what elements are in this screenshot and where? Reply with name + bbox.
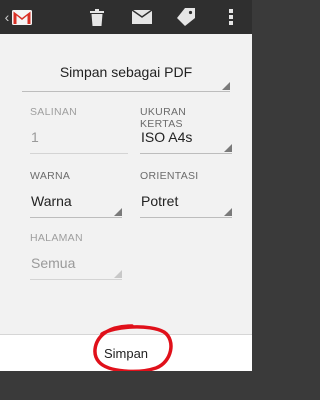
pages-label: HALAMAN <box>30 232 83 244</box>
dropdown-indicator-icon <box>114 208 122 216</box>
color-field: WARNA Warna <box>30 170 122 218</box>
more-icon[interactable] <box>225 6 237 28</box>
trash-icon[interactable] <box>87 6 107 28</box>
destination-dropdown[interactable]: Simpan sebagai PDF <box>22 60 230 92</box>
print-options-panel: Simpan sebagai PDF SALINAN 1 UKURAN KERT… <box>0 34 252 334</box>
save-button[interactable]: Simpan <box>76 337 176 369</box>
paper-size-dropdown[interactable]: ISO A4s <box>140 126 232 154</box>
orientation-value: Potret <box>141 193 179 209</box>
orientation-field: ORIENTASI Potret <box>140 170 232 218</box>
paper-size-value: ISO A4s <box>141 129 193 145</box>
app-toolbar: ‹ <box>0 0 252 34</box>
copies-label: SALINAN <box>30 106 78 118</box>
save-bar: Simpan <box>0 335 252 371</box>
destination-value: Simpan sebagai PDF <box>59 64 193 80</box>
pages-dropdown: Semua <box>30 252 122 280</box>
copies-input: 1 <box>30 126 128 154</box>
dropdown-indicator-icon <box>224 144 232 152</box>
color-value: Warna <box>31 193 72 209</box>
system-nav-area <box>0 371 252 400</box>
orientation-dropdown[interactable]: Potret <box>140 190 232 218</box>
tag-icon[interactable] <box>175 6 197 28</box>
orientation-label: ORIENTASI <box>140 170 199 182</box>
dropdown-indicator-icon <box>222 82 230 90</box>
color-label: WARNA <box>30 170 71 182</box>
pages-field: HALAMAN Semua <box>30 232 122 280</box>
pages-value: Semua <box>31 255 76 271</box>
color-dropdown[interactable]: Warna <box>30 190 122 218</box>
mail-icon[interactable] <box>130 6 154 28</box>
copies-field: SALINAN 1 <box>30 106 128 154</box>
dropdown-indicator-icon <box>114 270 122 278</box>
dropdown-indicator-icon <box>224 208 232 216</box>
paper-size-field: UKURAN KERTAS ISO A4s <box>140 106 232 154</box>
gmail-logo-icon[interactable] <box>10 6 34 28</box>
